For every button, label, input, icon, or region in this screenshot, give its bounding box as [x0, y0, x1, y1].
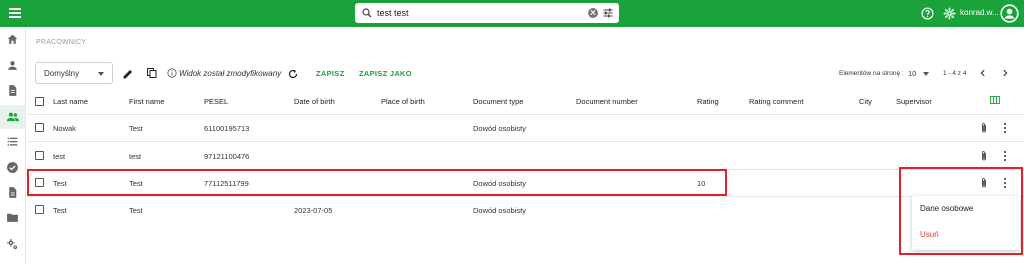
- tune-icon[interactable]: [602, 7, 614, 19]
- table-row[interactable]: Nowak Test 61100195713 Dowód osobisty: [28, 114, 1024, 142]
- gear-icon[interactable]: [943, 7, 956, 20]
- select-all-checkbox[interactable]: [35, 97, 44, 106]
- cell-date-of-birth: 2023-07-05: [294, 206, 333, 215]
- view-select[interactable]: Domyślny: [35, 62, 113, 84]
- cell-document-type: Dowód osobisty: [473, 124, 526, 133]
- top-bar: test test konrad.w...: [0, 0, 1024, 27]
- clear-icon[interactable]: [588, 8, 598, 18]
- highlight-box-menu: [899, 167, 1023, 255]
- column-header[interactable]: First name: [129, 97, 164, 106]
- edit-icon[interactable]: [122, 68, 134, 80]
- file-icon[interactable]: [6, 186, 19, 199]
- more-vert-icon[interactable]: [1003, 151, 1007, 163]
- refresh-icon[interactable]: [287, 68, 299, 80]
- caret-down-icon: [98, 72, 104, 76]
- view-modified-text: Widok został zmodyfikowany: [179, 69, 282, 78]
- folder-icon[interactable]: [6, 211, 19, 224]
- breadcrumb: PRACOWNICY: [36, 39, 87, 46]
- cell-pesel: 61100195713: [204, 124, 250, 133]
- attachment-icon[interactable]: [980, 122, 988, 134]
- column-header[interactable]: Supervisor: [896, 97, 932, 106]
- table-header: Last name First name PESEL Date of birth…: [28, 90, 1024, 115]
- column-header[interactable]: Rating comment: [749, 97, 804, 106]
- people-icon: [6, 112, 20, 122]
- page-range: 1 - 4 z 4: [943, 70, 967, 77]
- page-size-select[interactable]: 10: [908, 69, 916, 78]
- attachment-icon[interactable]: [980, 150, 988, 162]
- row-checkbox[interactable]: [35, 205, 44, 214]
- cell-first-name: Test: [129, 124, 143, 133]
- table-row[interactable]: Test Test 2023-07-05 Dowód osobisty: [28, 196, 1024, 222]
- chevron-left-icon[interactable]: [978, 68, 988, 78]
- search-bar[interactable]: test test: [355, 3, 619, 23]
- column-header[interactable]: PESEL: [204, 97, 228, 106]
- search-icon: [362, 8, 372, 18]
- user-name[interactable]: konrad.w...: [960, 8, 999, 17]
- column-header[interactable]: Document type: [473, 97, 523, 106]
- chevron-right-icon[interactable]: [1000, 68, 1010, 78]
- row-checkbox[interactable]: [35, 123, 44, 132]
- column-header[interactable]: Last name: [53, 97, 88, 106]
- column-header[interactable]: Rating: [697, 97, 719, 106]
- menu-icon[interactable]: [9, 8, 21, 18]
- column-header[interactable]: Place of birth: [381, 97, 425, 106]
- document-icon[interactable]: [6, 84, 19, 97]
- row-checkbox[interactable]: [35, 151, 44, 160]
- cell-last-name: Nowak: [53, 124, 76, 133]
- save-as-button[interactable]: ZAPISZ JAKO: [359, 69, 412, 78]
- info-icon: [167, 68, 177, 78]
- cell-last-name: test: [53, 152, 66, 161]
- cell-first-name: Test: [129, 206, 143, 215]
- home-icon[interactable]: [6, 33, 19, 46]
- column-header[interactable]: Date of birth: [294, 97, 335, 106]
- page-size-label: Elementów na stronę :: [839, 70, 904, 77]
- cell-first-name: test: [129, 152, 142, 161]
- save-button[interactable]: ZAPISZ: [316, 69, 344, 78]
- view-select-value: Domyślny: [44, 69, 80, 78]
- table-row[interactable]: test test 97121100476: [28, 141, 1024, 170]
- cell-pesel: 97121100476: [204, 152, 250, 161]
- person-icon[interactable]: [6, 59, 19, 72]
- copy-icon[interactable]: [146, 67, 158, 79]
- cell-last-name: Test: [53, 206, 67, 215]
- help-icon[interactable]: [921, 7, 934, 20]
- sidebar: [0, 27, 26, 264]
- caret-down-icon[interactable]: [923, 72, 929, 76]
- check-icon[interactable]: [6, 161, 19, 174]
- list-icon[interactable]: [6, 135, 19, 148]
- sidebar-item-employees[interactable]: [0, 105, 25, 129]
- search-input[interactable]: test test: [377, 8, 409, 18]
- highlight-box-row: [27, 169, 727, 196]
- cell-document-type: Dowód osobisty: [473, 206, 526, 215]
- settings-icon[interactable]: [6, 238, 19, 251]
- columns-icon[interactable]: [990, 96, 1000, 104]
- avatar-icon[interactable]: [1000, 4, 1019, 23]
- more-vert-icon[interactable]: [1003, 123, 1007, 135]
- column-header[interactable]: City: [859, 97, 872, 106]
- column-header[interactable]: Document number: [576, 97, 638, 106]
